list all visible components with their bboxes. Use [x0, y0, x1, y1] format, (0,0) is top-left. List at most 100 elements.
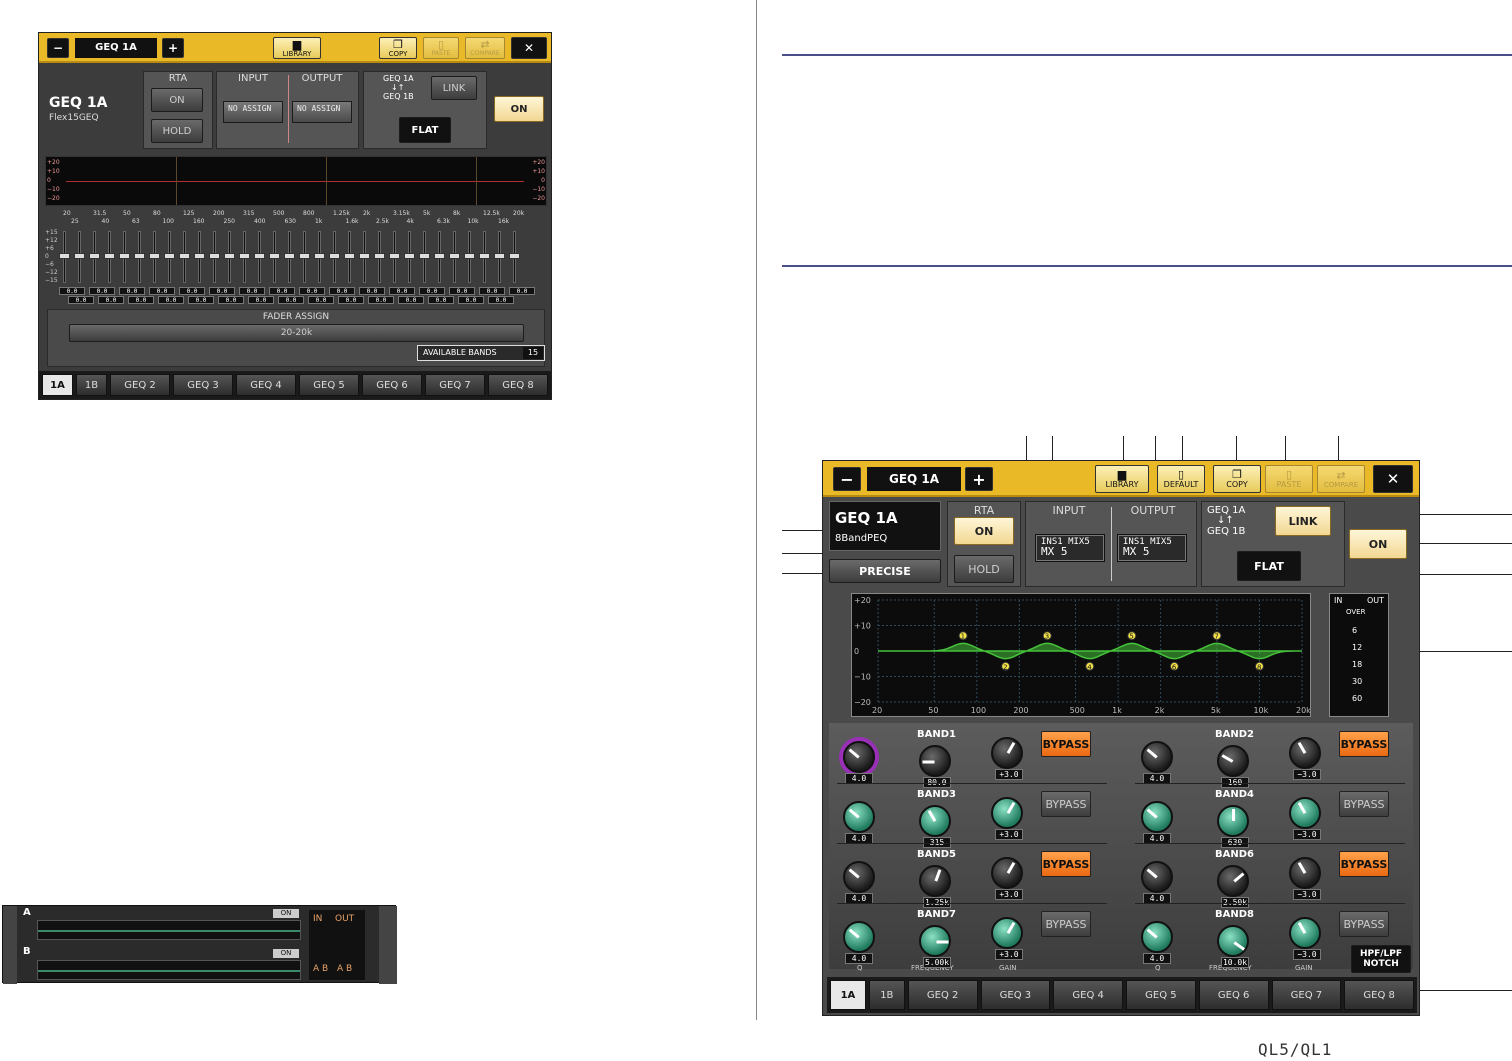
- fader-knob[interactable]: [209, 253, 220, 259]
- left-plus-button[interactable]: +: [162, 38, 184, 58]
- fader-knob[interactable]: [269, 253, 280, 259]
- fader-knob[interactable]: [419, 253, 430, 259]
- fader-knob[interactable]: [134, 253, 145, 259]
- band-bypass-button[interactable]: BYPASS: [1041, 791, 1091, 817]
- tab-geq-2[interactable]: GEQ 2: [907, 980, 978, 1010]
- fader-knob[interactable]: [164, 253, 175, 259]
- fader-knob[interactable]: [389, 253, 400, 259]
- fader-knob[interactable]: [314, 253, 325, 259]
- left-close-button[interactable]: ✕: [511, 37, 547, 59]
- left-paste-button[interactable]: ▯ PASTE: [423, 37, 459, 59]
- band-freq-knob[interactable]: [919, 805, 951, 837]
- right-flat-button[interactable]: FLAT: [1237, 551, 1301, 581]
- band-freq-knob[interactable]: [1217, 745, 1249, 777]
- right-library-button[interactable]: ▆ LIBRARY: [1095, 465, 1149, 493]
- band-bypass-button[interactable]: BYPASS: [1339, 791, 1389, 817]
- fader-knob[interactable]: [284, 253, 295, 259]
- band-bypass-button[interactable]: BYPASS: [1041, 911, 1091, 937]
- tab-geq-4[interactable]: GEQ 4: [1053, 980, 1123, 1010]
- fader-knob[interactable]: [74, 253, 85, 259]
- band-freq-knob[interactable]: [919, 745, 951, 777]
- band-bypass-button[interactable]: BYPASS: [1339, 731, 1389, 757]
- fader-knob[interactable]: [104, 253, 115, 259]
- fader-knob[interactable]: [59, 253, 70, 259]
- band-gain-knob[interactable]: [991, 917, 1023, 949]
- fader-knob[interactable]: [149, 253, 160, 259]
- left-rta-hold-button[interactable]: HOLD: [151, 119, 203, 143]
- band-q-knob[interactable]: [843, 861, 875, 893]
- left-copy-button[interactable]: ❐ COPY: [379, 37, 417, 59]
- fader-knob[interactable]: [194, 253, 205, 259]
- band-q-knob[interactable]: [1141, 921, 1173, 953]
- right-rta-on-button[interactable]: ON: [954, 517, 1014, 545]
- right-plus-button[interactable]: +: [965, 467, 993, 491]
- fader-knob[interactable]: [509, 253, 520, 259]
- tab-1a[interactable]: 1A: [830, 980, 866, 1010]
- band-q-knob[interactable]: [1141, 861, 1173, 893]
- right-copy-button[interactable]: ❐ COPY: [1213, 465, 1261, 493]
- fader-knob[interactable]: [434, 253, 445, 259]
- band-q-knob[interactable]: [843, 921, 875, 953]
- tab-geq-8[interactable]: GEQ 8: [488, 374, 548, 396]
- band-q-knob[interactable]: [1141, 801, 1173, 833]
- band-q-knob[interactable]: [1141, 741, 1173, 773]
- left-on-button[interactable]: ON: [494, 96, 544, 122]
- right-close-button[interactable]: ✕: [1373, 465, 1413, 493]
- right-default-button[interactable]: ▯ DEFAULT: [1157, 465, 1205, 493]
- meter-row-b-on[interactable]: ON: [273, 949, 299, 958]
- left-input-assign-button[interactable]: NO ASSIGN: [223, 101, 283, 123]
- band-freq-knob[interactable]: [1217, 805, 1249, 837]
- band-gain-knob[interactable]: [991, 797, 1023, 829]
- right-precise-button[interactable]: PRECISE: [829, 559, 941, 583]
- tab-geq-6[interactable]: GEQ 6: [362, 374, 422, 396]
- fader-knob[interactable]: [359, 253, 370, 259]
- right-link-button[interactable]: LINK: [1275, 506, 1331, 536]
- tab-geq-6[interactable]: GEQ 6: [1198, 980, 1269, 1010]
- left-compare-button[interactable]: ⇄ COMPARE: [465, 37, 505, 59]
- fader-knob[interactable]: [89, 253, 100, 259]
- tab-geq-7[interactable]: GEQ 7: [1271, 980, 1342, 1010]
- tab-1a[interactable]: 1A: [42, 374, 73, 396]
- tab-geq-3[interactable]: GEQ 3: [173, 374, 233, 396]
- right-output-assign-button[interactable]: INS1 MIX5 MX 5: [1117, 534, 1187, 562]
- right-minus-button[interactable]: −: [833, 467, 861, 491]
- band-freq-knob[interactable]: [919, 925, 951, 957]
- fader-knob[interactable]: [494, 253, 505, 259]
- tab-geq-8[interactable]: GEQ 8: [1344, 980, 1414, 1010]
- tab-geq-2[interactable]: GEQ 2: [110, 374, 170, 396]
- band-gain-knob[interactable]: [991, 737, 1023, 769]
- right-compare-button[interactable]: ⇄ COMPARE: [1317, 465, 1365, 493]
- fader-knob[interactable]: [224, 253, 235, 259]
- fader-knob[interactable]: [239, 253, 250, 259]
- right-paste-button[interactable]: ▯ PASTE: [1265, 465, 1313, 493]
- band-bypass-button[interactable]: BYPASS: [1041, 731, 1091, 757]
- tab-1b[interactable]: 1B: [868, 980, 905, 1010]
- fader-knob[interactable]: [254, 253, 265, 259]
- tab-geq-5[interactable]: GEQ 5: [1126, 980, 1196, 1010]
- band-gain-knob[interactable]: [1289, 917, 1321, 949]
- band-freq-knob[interactable]: [919, 865, 951, 897]
- band-freq-knob[interactable]: [1217, 925, 1249, 957]
- fader-knob[interactable]: [299, 253, 310, 259]
- tab-geq-3[interactable]: GEQ 3: [980, 980, 1051, 1010]
- fader-knob[interactable]: [329, 253, 340, 259]
- fader-knob[interactable]: [119, 253, 130, 259]
- fader-knob[interactable]: [179, 253, 190, 259]
- left-output-assign-button[interactable]: NO ASSIGN: [292, 101, 352, 123]
- band-gain-knob[interactable]: [1289, 737, 1321, 769]
- band-bypass-button[interactable]: BYPASS: [1041, 851, 1091, 877]
- band-gain-knob[interactable]: [1289, 797, 1321, 829]
- right-rta-hold-button[interactable]: HOLD: [954, 555, 1014, 583]
- band-freq-knob[interactable]: [1217, 865, 1249, 897]
- band-gain-knob[interactable]: [991, 857, 1023, 889]
- band-bypass-button[interactable]: BYPASS: [1339, 851, 1389, 877]
- fader-knob[interactable]: [449, 253, 460, 259]
- left-link-button[interactable]: LINK: [431, 76, 477, 100]
- band-q-knob[interactable]: [843, 741, 875, 773]
- left-fader-assign-range[interactable]: 20-20k: [69, 324, 524, 342]
- tab-geq-7[interactable]: GEQ 7: [425, 374, 485, 396]
- meter-row-a-on[interactable]: ON: [273, 909, 299, 918]
- right-on-button[interactable]: ON: [1349, 529, 1407, 559]
- band-bypass-button[interactable]: BYPASS: [1339, 911, 1389, 937]
- tab-1b[interactable]: 1B: [76, 374, 107, 396]
